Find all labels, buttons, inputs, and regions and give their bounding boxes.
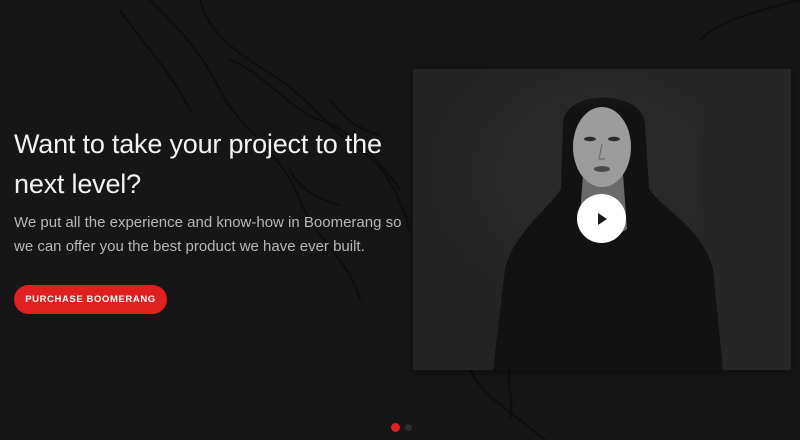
slider-dot-active[interactable]	[391, 423, 400, 432]
slider-dot[interactable]	[405, 424, 412, 431]
play-icon	[597, 212, 607, 225]
purchase-button[interactable]: PURCHASE BOOMERANG	[14, 285, 167, 314]
play-button[interactable]	[577, 194, 626, 243]
hero-title: Want to take your project to the next le…	[14, 129, 382, 199]
video-card[interactable]	[413, 69, 791, 370]
hero-description: We put all the experience and know-how i…	[14, 214, 402, 255]
